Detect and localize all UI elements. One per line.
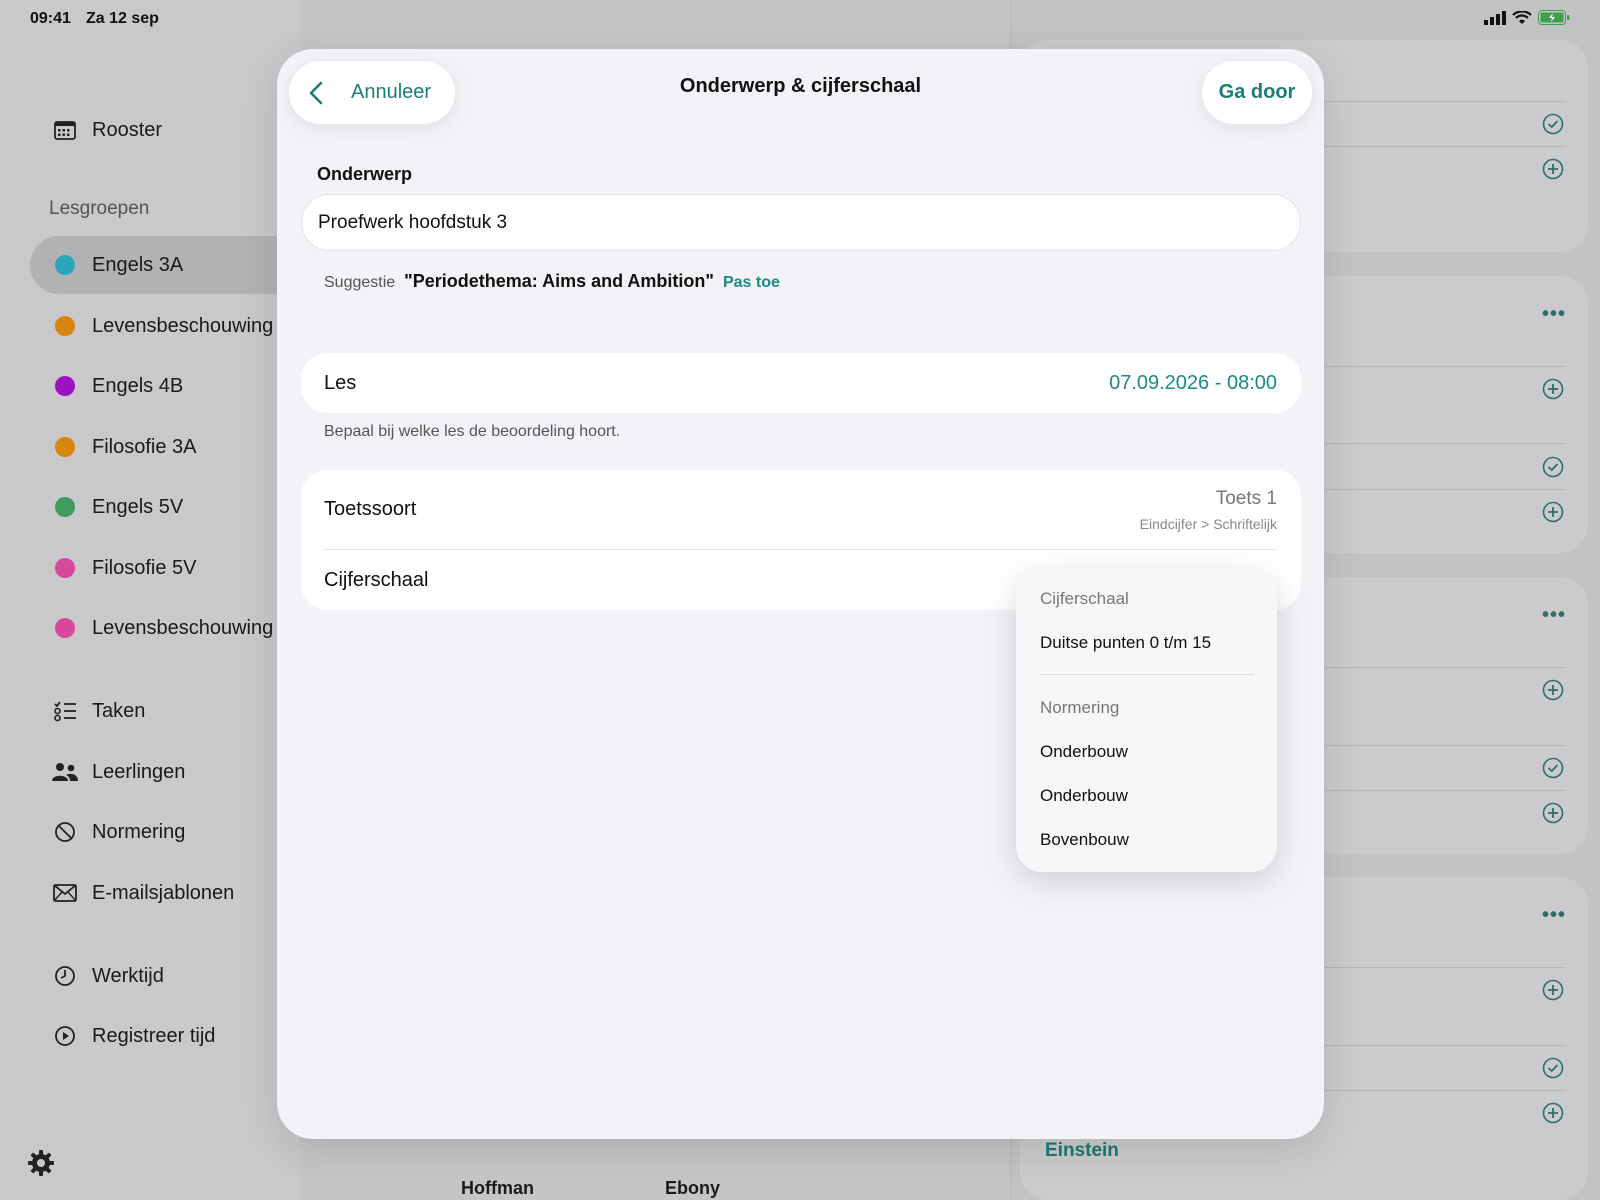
group-color-dot bbox=[55, 497, 75, 517]
grade-scale-label: Cijferschaal bbox=[324, 568, 429, 591]
status-date: Za 12 sep bbox=[86, 10, 159, 27]
sidebar-item-label: Levensbeschouwing bbox=[92, 314, 274, 337]
plus-circle-icon[interactable] bbox=[1542, 979, 1564, 1006]
sidebar-item-label: Filosofie 5V bbox=[92, 556, 197, 579]
lesson-row[interactable]: Les 07.09.2026 - 08:00 bbox=[301, 353, 1301, 413]
section-label-lesgroepen: Lesgroepen bbox=[49, 198, 150, 219]
check-circle-icon[interactable] bbox=[1542, 757, 1564, 784]
test-type-main: Toets 1 bbox=[1215, 487, 1277, 509]
sidebar-item-label: E-mailsjablonen bbox=[92, 881, 235, 904]
check-circle-icon[interactable] bbox=[1542, 113, 1564, 140]
plus-circle-icon[interactable] bbox=[1542, 158, 1564, 185]
signal-icon bbox=[1484, 10, 1506, 25]
no-symbol-icon bbox=[50, 821, 80, 843]
sidebar: Rooster Lesgroepen Engels 3A Levensbesch… bbox=[0, 0, 320, 1200]
menu-item[interactable]: Onderbouw bbox=[1040, 742, 1128, 762]
people-icon bbox=[50, 762, 80, 782]
battery-icon bbox=[1538, 10, 1570, 25]
lesson-help-text: Bepaal bij welke les de beoordeling hoor… bbox=[324, 423, 621, 440]
calendar-icon bbox=[50, 120, 80, 140]
continue-button[interactable]: Ga door bbox=[1202, 61, 1312, 124]
ellipsis-icon[interactable]: ••• bbox=[1542, 604, 1566, 627]
menu-section-heading: Normering bbox=[1040, 698, 1120, 717]
play-circle-icon bbox=[50, 1025, 80, 1047]
group-color-dot bbox=[55, 316, 75, 336]
ellipsis-icon[interactable]: ••• bbox=[1542, 303, 1566, 326]
test-type-row[interactable]: Toetssoort Toets 1 Eindcijfer > Schrifte… bbox=[301, 470, 1301, 549]
plus-circle-icon[interactable] bbox=[1542, 679, 1564, 706]
subject-label: Onderwerp bbox=[317, 164, 413, 184]
menu-section-heading: Cijferschaal bbox=[1040, 589, 1129, 608]
sidebar-item-label: Taken bbox=[92, 699, 146, 722]
lesson-group: Les 07.09.2026 - 08:00 bbox=[301, 353, 1301, 413]
sidebar-item-label: Normering bbox=[92, 820, 186, 843]
plus-circle-icon[interactable] bbox=[1542, 501, 1564, 528]
check-circle-icon[interactable] bbox=[1542, 456, 1564, 483]
checklist-icon bbox=[50, 700, 80, 722]
menu-item[interactable]: Onderbouw bbox=[1040, 786, 1128, 806]
suggestion-value: "Periodethema: Aims and Ambition" bbox=[404, 271, 714, 291]
lesson-value[interactable]: 07.09.2026 - 08:00 bbox=[1109, 372, 1277, 395]
menu-divider bbox=[1040, 674, 1254, 675]
group-color-dot bbox=[55, 618, 75, 638]
suggestion-label: Suggestie bbox=[324, 274, 396, 291]
sidebar-item-label: Levensbeschouwing bbox=[92, 616, 274, 639]
subject-input[interactable] bbox=[301, 194, 1301, 251]
test-type-value: Toets 1 Eindcijfer > Schriftelijk bbox=[1140, 488, 1277, 532]
suggestion-row: Suggestie "Periodethema: Aims and Ambiti… bbox=[324, 271, 780, 292]
sidebar-item-label: Filosofie 3A bbox=[92, 435, 197, 458]
sidebar-item-label: Registreer tijd bbox=[92, 1024, 216, 1047]
apply-suggestion-button[interactable]: Pas toe bbox=[723, 274, 780, 292]
sidebar-item-label: Engels 3A bbox=[92, 253, 184, 276]
sidebar-item-label: Rooster bbox=[92, 118, 163, 141]
footer-name: Ebony bbox=[665, 1178, 721, 1198]
wifi-icon bbox=[1512, 10, 1532, 24]
plus-circle-icon[interactable] bbox=[1542, 378, 1564, 405]
check-circle-icon[interactable] bbox=[1542, 1057, 1564, 1084]
test-type-label: Toetssoort bbox=[324, 498, 417, 520]
footer-name: Hoffman bbox=[461, 1178, 534, 1198]
ellipsis-icon[interactable]: ••• bbox=[1542, 904, 1566, 927]
menu-item[interactable]: Bovenbouw bbox=[1040, 830, 1129, 850]
sidebar-item-label: Leerlingen bbox=[92, 760, 186, 783]
group-color-dot bbox=[55, 558, 75, 578]
sidebar-item-label: Engels 5V bbox=[92, 495, 184, 518]
menu-item[interactable]: Duitse punten 0 t/m 15 bbox=[1040, 633, 1211, 653]
sidebar-item-label: Engels 4B bbox=[92, 374, 184, 397]
status-icons bbox=[1484, 10, 1570, 25]
grade-scale-menu: Cijferschaal Duitse punten 0 t/m 15 Norm… bbox=[1016, 569, 1277, 872]
sidebar-item-label: Werktijd bbox=[92, 964, 164, 987]
student-name-link[interactable]: Einstein bbox=[1045, 1140, 1119, 1162]
group-color-dot bbox=[55, 376, 75, 396]
continue-label: Ga door bbox=[1218, 81, 1296, 103]
status-bar: 09:41 Za 12 sep bbox=[0, 0, 1600, 36]
modal-title: Onderwerp & cijferschaal bbox=[679, 75, 922, 97]
clock-icon bbox=[50, 965, 80, 987]
status-time: 09:41 bbox=[30, 10, 71, 27]
settings-gear-icon[interactable] bbox=[26, 1148, 56, 1183]
group-color-dot bbox=[55, 437, 75, 457]
plus-circle-icon[interactable] bbox=[1542, 1102, 1564, 1129]
envelope-icon bbox=[50, 884, 80, 902]
group-color-dot bbox=[55, 255, 75, 275]
lesson-label: Les bbox=[324, 371, 357, 394]
test-type-path: Eindcijfer > Schriftelijk bbox=[1139, 515, 1277, 532]
plus-circle-icon[interactable] bbox=[1542, 802, 1564, 829]
